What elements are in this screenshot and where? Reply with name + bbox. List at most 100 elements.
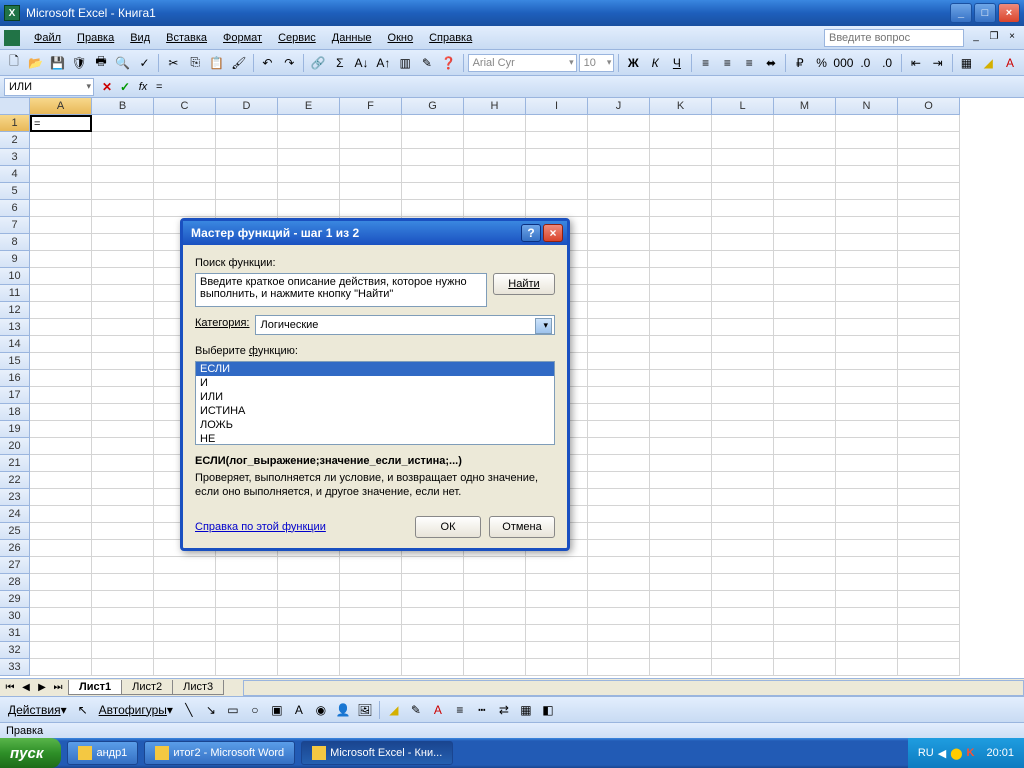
cell[interactable] [774, 591, 836, 608]
cell[interactable] [712, 353, 774, 370]
cell[interactable] [774, 574, 836, 591]
cell[interactable] [588, 557, 650, 574]
row-header[interactable]: 32 [0, 642, 30, 659]
cell[interactable] [588, 268, 650, 285]
cell[interactable] [278, 166, 340, 183]
menu-tools[interactable]: Сервис [270, 29, 324, 47]
cell[interactable] [30, 353, 92, 370]
cell[interactable] [712, 523, 774, 540]
menu-file[interactable]: Файл [26, 29, 69, 47]
cell[interactable] [30, 268, 92, 285]
cell[interactable] [836, 625, 898, 642]
cell[interactable] [30, 149, 92, 166]
font-name-combo[interactable]: Arial Cyr [468, 54, 577, 72]
cell[interactable] [836, 370, 898, 387]
cell[interactable] [92, 370, 154, 387]
cell[interactable] [402, 625, 464, 642]
cell[interactable] [464, 608, 526, 625]
formula-input[interactable] [152, 78, 1024, 96]
cell[interactable] [650, 115, 712, 132]
taskbar-item[interactable]: итог2 - Microsoft Word [144, 741, 295, 765]
cell[interactable] [712, 370, 774, 387]
cell[interactable] [898, 608, 960, 625]
decrease-decimal-icon[interactable]: .0 [877, 53, 897, 73]
cell[interactable] [898, 200, 960, 217]
cell[interactable] [30, 200, 92, 217]
cell[interactable] [836, 115, 898, 132]
row-header[interactable]: 31 [0, 625, 30, 642]
cell[interactable] [774, 523, 836, 540]
cell[interactable] [92, 404, 154, 421]
cell[interactable] [92, 183, 154, 200]
autoshapes-menu[interactable]: Автофигуры ▾ [95, 700, 177, 720]
find-button[interactable]: Найти [493, 273, 555, 295]
taskbar-item[interactable]: андр1 [67, 741, 138, 765]
cell[interactable] [92, 149, 154, 166]
cell[interactable] [30, 370, 92, 387]
column-header[interactable]: K [650, 98, 712, 115]
row-header[interactable]: 13 [0, 319, 30, 336]
tab-nav-prev-icon[interactable]: ◀ [18, 682, 34, 693]
cell[interactable] [92, 336, 154, 353]
cell[interactable] [650, 251, 712, 268]
cell[interactable] [526, 625, 588, 642]
cell[interactable] [650, 506, 712, 523]
cell[interactable] [278, 115, 340, 132]
cell[interactable] [340, 574, 402, 591]
line-icon[interactable]: ╲ [179, 700, 199, 720]
cell[interactable] [278, 200, 340, 217]
cell[interactable] [464, 659, 526, 676]
cell[interactable] [278, 642, 340, 659]
cell[interactable] [774, 472, 836, 489]
cell[interactable] [464, 591, 526, 608]
chart-icon[interactable]: ▥ [395, 53, 415, 73]
cell[interactable] [712, 149, 774, 166]
cell[interactable] [774, 115, 836, 132]
cell[interactable] [650, 625, 712, 642]
help-question-input[interactable] [824, 29, 964, 47]
increase-decimal-icon[interactable]: .0 [855, 53, 875, 73]
cell[interactable] [836, 285, 898, 302]
cell[interactable] [588, 353, 650, 370]
column-header[interactable]: J [588, 98, 650, 115]
cell[interactable] [92, 319, 154, 336]
cell[interactable] [402, 149, 464, 166]
cell[interactable] [712, 302, 774, 319]
cell[interactable] [30, 387, 92, 404]
cell[interactable] [836, 642, 898, 659]
cell[interactable] [340, 642, 402, 659]
sort-asc-icon[interactable]: A↓ [352, 53, 372, 73]
ok-button[interactable]: ОК [415, 516, 481, 538]
row-header[interactable]: 12 [0, 302, 30, 319]
new-icon[interactable]: 🗋 [4, 53, 24, 73]
italic-icon[interactable]: К [645, 53, 665, 73]
cell[interactable] [898, 302, 960, 319]
merge-icon[interactable]: ⬌ [761, 53, 781, 73]
row-header[interactable]: 29 [0, 591, 30, 608]
cell[interactable] [216, 132, 278, 149]
font-color-draw-icon[interactable]: A [428, 700, 448, 720]
horizontal-scrollbar[interactable] [243, 680, 1024, 696]
cell[interactable] [154, 115, 216, 132]
cell[interactable] [588, 540, 650, 557]
cell[interactable] [898, 251, 960, 268]
cell[interactable] [216, 149, 278, 166]
cell[interactable] [402, 574, 464, 591]
cell[interactable] [526, 591, 588, 608]
cell[interactable] [216, 166, 278, 183]
cell[interactable] [464, 642, 526, 659]
cell[interactable] [650, 574, 712, 591]
paste-icon[interactable]: 📋 [207, 53, 227, 73]
column-header[interactable]: M [774, 98, 836, 115]
cell[interactable] [216, 557, 278, 574]
row-header[interactable]: 2 [0, 132, 30, 149]
cell[interactable] [30, 183, 92, 200]
cell[interactable] [402, 132, 464, 149]
row-header[interactable]: 17 [0, 387, 30, 404]
cell[interactable] [836, 234, 898, 251]
cell[interactable] [340, 200, 402, 217]
cell[interactable] [898, 659, 960, 676]
borders-icon[interactable]: ▦ [957, 53, 977, 73]
column-header[interactable]: L [712, 98, 774, 115]
cell[interactable] [650, 149, 712, 166]
